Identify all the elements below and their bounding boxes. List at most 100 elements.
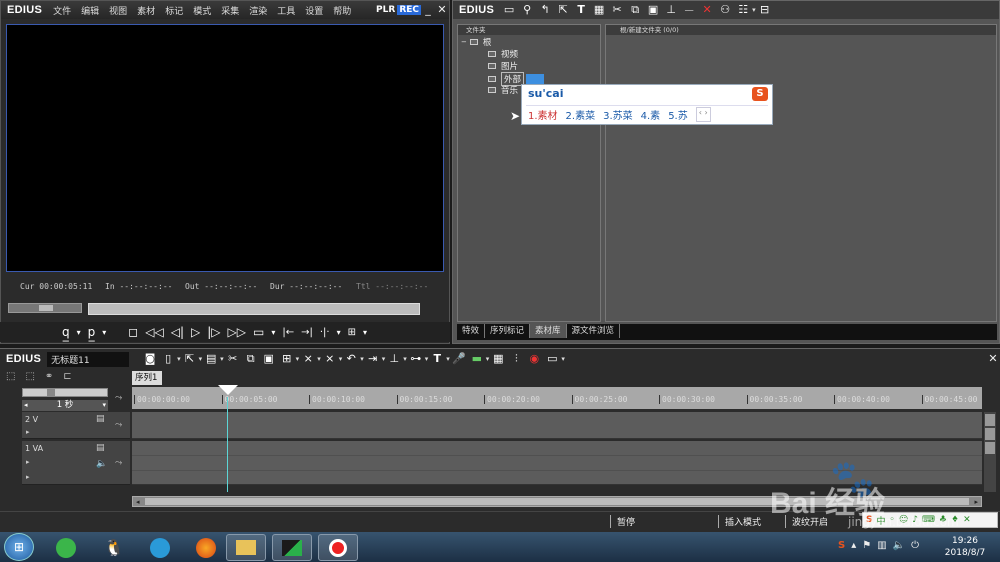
replace-icon[interactable]: ⊞ <box>279 352 295 366</box>
split-icon[interactable]: ⊶ <box>408 352 424 366</box>
up-folder-icon[interactable]: ↰ <box>537 3 553 17</box>
menu-item-2[interactable]: 视图 <box>104 7 132 17</box>
color-bar-icon[interactable]: ▦ <box>591 3 607 17</box>
paste-icon[interactable]: ▣ <box>645 3 661 17</box>
tab-effects[interactable]: 特效 <box>457 324 486 338</box>
track-expand-1va-icon[interactable]: ▸ <box>26 458 30 466</box>
taskbar-firefox-icon[interactable] <box>186 534 226 561</box>
taskbar-edius-icon[interactable] <box>272 534 312 561</box>
add-cut-icon[interactable]: ⊥ <box>386 352 402 366</box>
redo-icon[interactable]: ⇥ <box>365 352 381 366</box>
rename-input[interactable] <box>526 73 545 85</box>
tab-sequence-markers[interactable]: 序列标记 <box>485 324 531 338</box>
plr-button[interactable]: PLR <box>374 5 397 15</box>
cut-icon[interactable]: ✂ <box>609 3 625 17</box>
track-expand-2v-icon[interactable]: ▸ <box>26 428 30 436</box>
title-icon[interactable]: T <box>429 352 445 366</box>
insert-to-timeline-icon[interactable]: |← <box>282 327 294 338</box>
set-out-icon[interactable]: p̲ <box>88 325 96 339</box>
ime-candidate-5[interactable]: 5.苏 <box>668 107 688 122</box>
paste-icon[interactable]: ▣ <box>261 352 277 366</box>
link-icon[interactable]: ⚭ <box>45 371 53 382</box>
ripple-delete-icon[interactable]: ⨯ <box>322 352 338 366</box>
track-icon-1va[interactable]: ▤ <box>96 443 105 453</box>
track-link-1va-icon[interactable]: ⤳ <box>115 458 122 468</box>
tree-root[interactable]: − 根 <box>461 36 491 48</box>
bin-menu-icon[interactable]: ⊟ <box>757 3 773 17</box>
taskbar-qq-icon[interactable]: 🐧 <box>94 534 134 561</box>
fast-forward-icon[interactable]: ▷▷ <box>228 325 246 339</box>
track-sync-icon[interactable]: ⬚ <box>6 371 15 382</box>
menu-item-4[interactable]: 标记 <box>160 7 188 17</box>
start-button[interactable]: ⊞ <box>4 533 34 561</box>
tab-source-browser[interactable]: 源文件浏览 <box>567 324 621 338</box>
mixer-icon[interactable]: ⫶ <box>508 352 524 366</box>
step-forward-icon[interactable]: |▷ <box>207 325 220 339</box>
power-icon[interactable]: ⏻ <box>911 540 919 551</box>
position-bar[interactable] <box>88 303 420 315</box>
monitor-icon[interactable]: ▭ <box>544 352 560 366</box>
track-icon-2v[interactable]: ▤ <box>96 414 105 424</box>
tab-bin[interactable]: 素材库 <box>530 324 567 338</box>
clock[interactable]: 19:26 2018/8/7 <box>940 535 990 559</box>
snap-icon[interactable]: ⊏ <box>63 371 71 382</box>
delete-clip-icon[interactable]: ⨯ <box>300 352 316 366</box>
title-icon[interactable]: T <box>573 3 589 17</box>
playhead-marker[interactable] <box>218 385 238 395</box>
menu-item-0[interactable]: 文件 <box>48 7 76 17</box>
open-icon[interactable]: ⇱ <box>182 352 198 366</box>
taskbar-recorder-icon[interactable] <box>318 534 358 561</box>
folder-icon[interactable]: ▭ <box>501 3 517 17</box>
track-group-icon[interactable]: ⬚ <box>25 371 34 382</box>
camera-icon[interactable]: ◙ <box>142 352 158 366</box>
render-icon[interactable]: ▬ <box>469 352 485 366</box>
cut-icon[interactable]: ✂ <box>225 352 241 366</box>
zoom-slider[interactable] <box>22 388 108 397</box>
menu-item-8[interactable]: 工具 <box>272 7 300 17</box>
trim-icon[interactable]: ·|· <box>320 327 330 338</box>
loop-icon[interactable]: ▭ <box>253 325 264 339</box>
menu-item-10[interactable]: 帮助 <box>328 7 356 17</box>
shuttle-slider[interactable] <box>8 303 82 313</box>
taskbar-360-icon[interactable] <box>46 534 86 561</box>
search-icon[interactable]: ⚲ <box>519 3 535 17</box>
add-to-player-icon[interactable]: ⊥ <box>663 3 679 17</box>
tree-item-video[interactable]: 视频 <box>488 48 518 60</box>
ime-candidate-4[interactable]: 4.素 <box>641 107 661 122</box>
track-header-2v[interactable] <box>22 412 130 439</box>
menu-item-5[interactable]: 模式 <box>188 7 216 17</box>
flag-icon[interactable]: ⚑ <box>862 540 871 551</box>
delete-icon[interactable]: ✕ <box>699 3 715 17</box>
content-pane[interactable]: 根/新建文件夹 (0/0) <box>605 24 997 322</box>
stop-icon[interactable]: ◻ <box>128 325 138 339</box>
copy-icon[interactable]: ⧉ <box>627 3 643 17</box>
ime-candidate-2[interactable]: 2.素菜 <box>566 107 596 122</box>
copy-icon[interactable]: ⧉ <box>243 352 259 366</box>
close-icon[interactable]: ✕ <box>986 352 1000 366</box>
rewind-icon[interactable]: ◁◁ <box>145 325 163 339</box>
show-hidden-icon[interactable]: ▴ <box>851 540 856 551</box>
menu-item-3[interactable]: 素材 <box>132 7 160 17</box>
output-icon[interactable]: ⊞ <box>348 327 356 338</box>
expand-icon[interactable]: ⤳ <box>115 393 122 403</box>
track-expand-audio-icon[interactable]: ▸ <box>26 473 30 481</box>
save-icon[interactable]: ▤ <box>203 352 219 366</box>
new-file-icon[interactable]: ▯ <box>160 352 176 366</box>
tree-item-images[interactable]: 图片 <box>488 60 518 72</box>
undo-icon[interactable]: ↶ <box>343 352 359 366</box>
tree-item-music[interactable]: 音乐 <box>488 84 518 96</box>
view-icon[interactable]: ☷ <box>735 3 751 17</box>
menu-item-7[interactable]: 渲染 <box>244 7 272 17</box>
add-to-timeline-icon[interactable]: ⏤ <box>681 3 697 17</box>
ime-candidate-1[interactable]: 1.素材 <box>528 107 558 122</box>
import-icon[interactable]: ⇱ <box>555 3 571 17</box>
rec-button[interactable]: REC <box>397 5 421 15</box>
menu-item-1[interactable]: 编辑 <box>76 7 104 17</box>
step-back-icon[interactable]: ◁| <box>171 325 184 339</box>
sequence-tab[interactable]: 序列1 <box>132 371 162 385</box>
track-link-2v-icon[interactable]: ⤳ <box>115 420 122 430</box>
close-icon[interactable]: ✕ <box>435 3 449 17</box>
menu-item-6[interactable]: 采集 <box>216 7 244 17</box>
ime-page-arrows-icon[interactable]: ‹ › <box>695 107 711 122</box>
track-area-2v[interactable] <box>132 412 982 439</box>
